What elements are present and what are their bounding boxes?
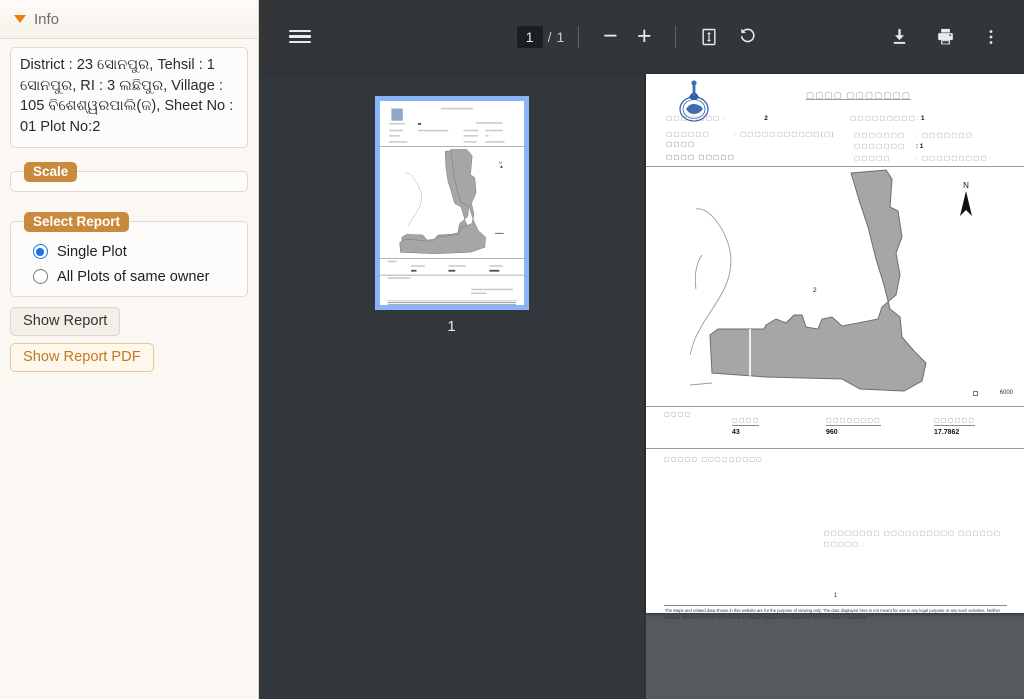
stat-value-2: 960 — [826, 429, 838, 436]
scale-input[interactable] — [20, 194, 238, 196]
radio-option-all-plots[interactable]: All Plots of same owner — [20, 269, 238, 285]
pdf-report-window: Info District : 23 ସୋନପୁର, Tehsil : 1 ସୋ… — [0, 0, 1024, 699]
stat-header-2: ▢▢▢▢▢▢▢▢ — [826, 418, 881, 426]
toolbar-right-controls — [880, 18, 1024, 56]
document-disclaimer: The Maps and related data shown in this … — [665, 608, 1001, 620]
info-panel-title: Info — [34, 10, 60, 28]
header-right-row-3: ▢▢▢▢▢ : ▢▢▢▢▢▢▢▢▢ — [854, 154, 988, 162]
map-scale-bar: 6000 — [972, 390, 1013, 396]
header-right-row-1: ▢▢▢▢▢▢▢ : ▢▢▢▢▢▢▢ — [854, 131, 973, 139]
document-page-number: 1 — [833, 593, 838, 599]
viewer-body: N 1 ▢▢▢▢ ▢▢▢▢▢▢▢ ▢▢▢ ▢▢▢▢: 2 ▢▢▢▢▢▢: ▢… — [259, 74, 1024, 699]
stat-value-1: 43 — [732, 429, 740, 436]
thumbnail-pane: N 1 — [259, 74, 645, 699]
header-right-value-1: : ▢▢▢▢▢▢▢ — [915, 132, 974, 139]
radio-label-all-plots: All Plots of same owner — [57, 268, 210, 285]
sidebar-body: District : 23 ସୋନପୁର, Tehsil : 1 ସୋନପୁର,… — [0, 39, 258, 372]
thumbnail-page-1[interactable]: N — [374, 96, 529, 310]
pdf-viewer: / 1 − + — [259, 0, 1024, 699]
radio-icon-single-plot[interactable] — [33, 244, 48, 260]
pdf-page-1: ▢▢▢▢ ▢▢▢▢▢▢▢ ▢▢▢ ▢▢▢▢ : 2 ▢▢▢▢▢▢ : ▢▢▢▢▢… — [646, 74, 1024, 620]
page-background-area — [646, 613, 1024, 699]
select-report-group: Select Report Single Plot All Plots of s… — [10, 211, 248, 297]
radio-icon-all-plots[interactable] — [33, 269, 48, 285]
fit-to-page-icon[interactable] — [690, 18, 728, 56]
document-pane: ▢▢▢▢ ▢▢▢▢▢▢▢ ▢▢▢ ▢▢▢▢ : 2 ▢▢▢▢▢▢ : ▢▢▢▢▢… — [645, 74, 1024, 699]
header-right-row-2: ▢▢▢▢▢▢▢ : 1 — [854, 142, 923, 150]
header-right-value-2: : 1 — [915, 143, 924, 150]
stat-column-3: ▢▢▢▢▢▢ 17.7862 — [934, 417, 976, 436]
north-arrow-icon — [960, 191, 972, 216]
thumbnail-preview: N — [379, 101, 524, 305]
header-left-label-1: ▢▢▢ ▢▢▢▢ : — [666, 115, 727, 122]
more-vertical-icon[interactable] — [972, 18, 1010, 56]
header-left-row-1: ▢▢▢ ▢▢▢▢ : 2 — [666, 114, 768, 122]
compass-rose: N — [955, 181, 977, 223]
download-icon[interactable] — [880, 18, 918, 56]
scale-bar-value: 6000 — [999, 390, 1013, 396]
header-right-label-2: ▢▢▢▢▢▢▢ — [854, 143, 906, 150]
footer-divider — [664, 605, 1007, 606]
info-panel-header[interactable]: Info — [0, 0, 258, 39]
header-left-value-1: 2 — [764, 115, 768, 122]
plot-number-label: 2 — [813, 287, 817, 294]
stat-column-2: ▢▢▢▢▢▢▢▢ 960 — [826, 417, 881, 436]
stat-value-3: 17.7862 — [934, 429, 960, 436]
show-report-button[interactable]: Show Report — [10, 306, 121, 336]
zoom-out-button[interactable]: − — [593, 24, 627, 49]
header-right-top-label: ▢▢▢▢▢▢▢▢▢: — [850, 115, 920, 122]
document-stats-row: ▢▢▢▢ ▢▢▢▢ 43 ▢▢▢▢▢▢▢▢ 960 ▢▢▢▢▢▢ 17.7862 — [646, 407, 1024, 449]
header-left-row-4: ▢▢▢▢ ▢▢▢▢▢ — [666, 154, 736, 161]
plot-info-text: District : 23 ସୋନପୁର, Tehsil : 1 ସୋନପୁର,… — [10, 47, 248, 148]
document-title: ▢▢▢▢ ▢▢▢▢▢▢▢ — [806, 90, 912, 100]
scale-legend: Scale — [24, 161, 78, 182]
toolbar-divider-2 — [675, 25, 677, 48]
page-separator: / — [547, 28, 552, 45]
cadastral-map: 2 N 6000 — [646, 167, 1024, 407]
header-left-row-2: ▢▢▢▢▢▢ : ▢▢▢▢▢▢▢▢▢▢▢(▢) — [666, 130, 835, 138]
header-right-label-1: ▢▢▢▢▢▢▢ — [854, 132, 906, 139]
pdf-toolbar: / 1 − + — [259, 0, 1024, 74]
header-right-top-value: 1 — [920, 115, 925, 122]
page-total-count: 1 — [556, 28, 565, 45]
header-right-label-3: ▢▢▢▢▢ — [854, 155, 891, 162]
select-report-legend: Select Report — [24, 211, 130, 232]
compass-north-label: N — [963, 181, 969, 190]
zoom-in-button[interactable]: + — [627, 24, 661, 49]
header-left-row-3: ▢▢▢▢ — [666, 141, 696, 148]
caret-down-icon[interactable] — [14, 15, 26, 23]
radio-option-single-plot[interactable]: Single Plot — [20, 244, 238, 260]
header-right-top-row: ▢▢▢▢▢▢▢▢▢: 1 — [850, 114, 925, 122]
stat-header-3: ▢▢▢▢▢▢ — [934, 418, 976, 426]
stat-column-1: ▢▢▢▢ 43 — [732, 417, 760, 436]
signature-block: ▢▢▢▢▢▢▢▢ ▢▢▢▢▢▢▢▢▢▢ ▢▢▢▢▢▢ ▢▢▢▢▢ : — [823, 530, 1001, 548]
toolbar-divider-1 — [578, 25, 580, 48]
thumbnail-page-label: 1 — [447, 318, 456, 335]
page-number-input[interactable] — [516, 25, 543, 48]
stat-header-1: ▢▢▢▢ — [732, 418, 760, 426]
stats-section-label: ▢▢▢▢ — [664, 412, 692, 418]
rotate-counterclockwise-icon[interactable] — [728, 18, 766, 56]
document-header: ▢▢▢▢ ▢▢▢▢▢▢▢ ▢▢▢ ▢▢▢▢ : 2 ▢▢▢▢▢▢ : ▢▢▢▢▢… — [646, 74, 1024, 167]
radio-label-single-plot: Single Plot — [57, 243, 127, 260]
scale-bar-tick — [972, 390, 978, 396]
print-icon[interactable] — [926, 18, 964, 56]
info-sidebar: Info District : 23 ସୋନପୁର, Tehsil : 1 ସୋ… — [0, 0, 259, 699]
header-right-value-3: : ▢▢▢▢▢▢▢▢▢ — [915, 155, 988, 162]
scale-group: Scale — [10, 161, 248, 196]
header-left-value-2: : ▢▢▢▢▢▢▢▢▢▢▢(▢) — [733, 131, 835, 138]
hamburger-menu-icon[interactable] — [281, 18, 319, 56]
stats-sub-note: ▢▢▢▢▢ ▢▢▢▢▢▢▢▢▢ — [664, 457, 764, 463]
show-report-pdf-button[interactable]: Show Report PDF — [10, 342, 154, 372]
header-left-label-2: ▢▢▢▢▢▢ — [666, 131, 711, 138]
